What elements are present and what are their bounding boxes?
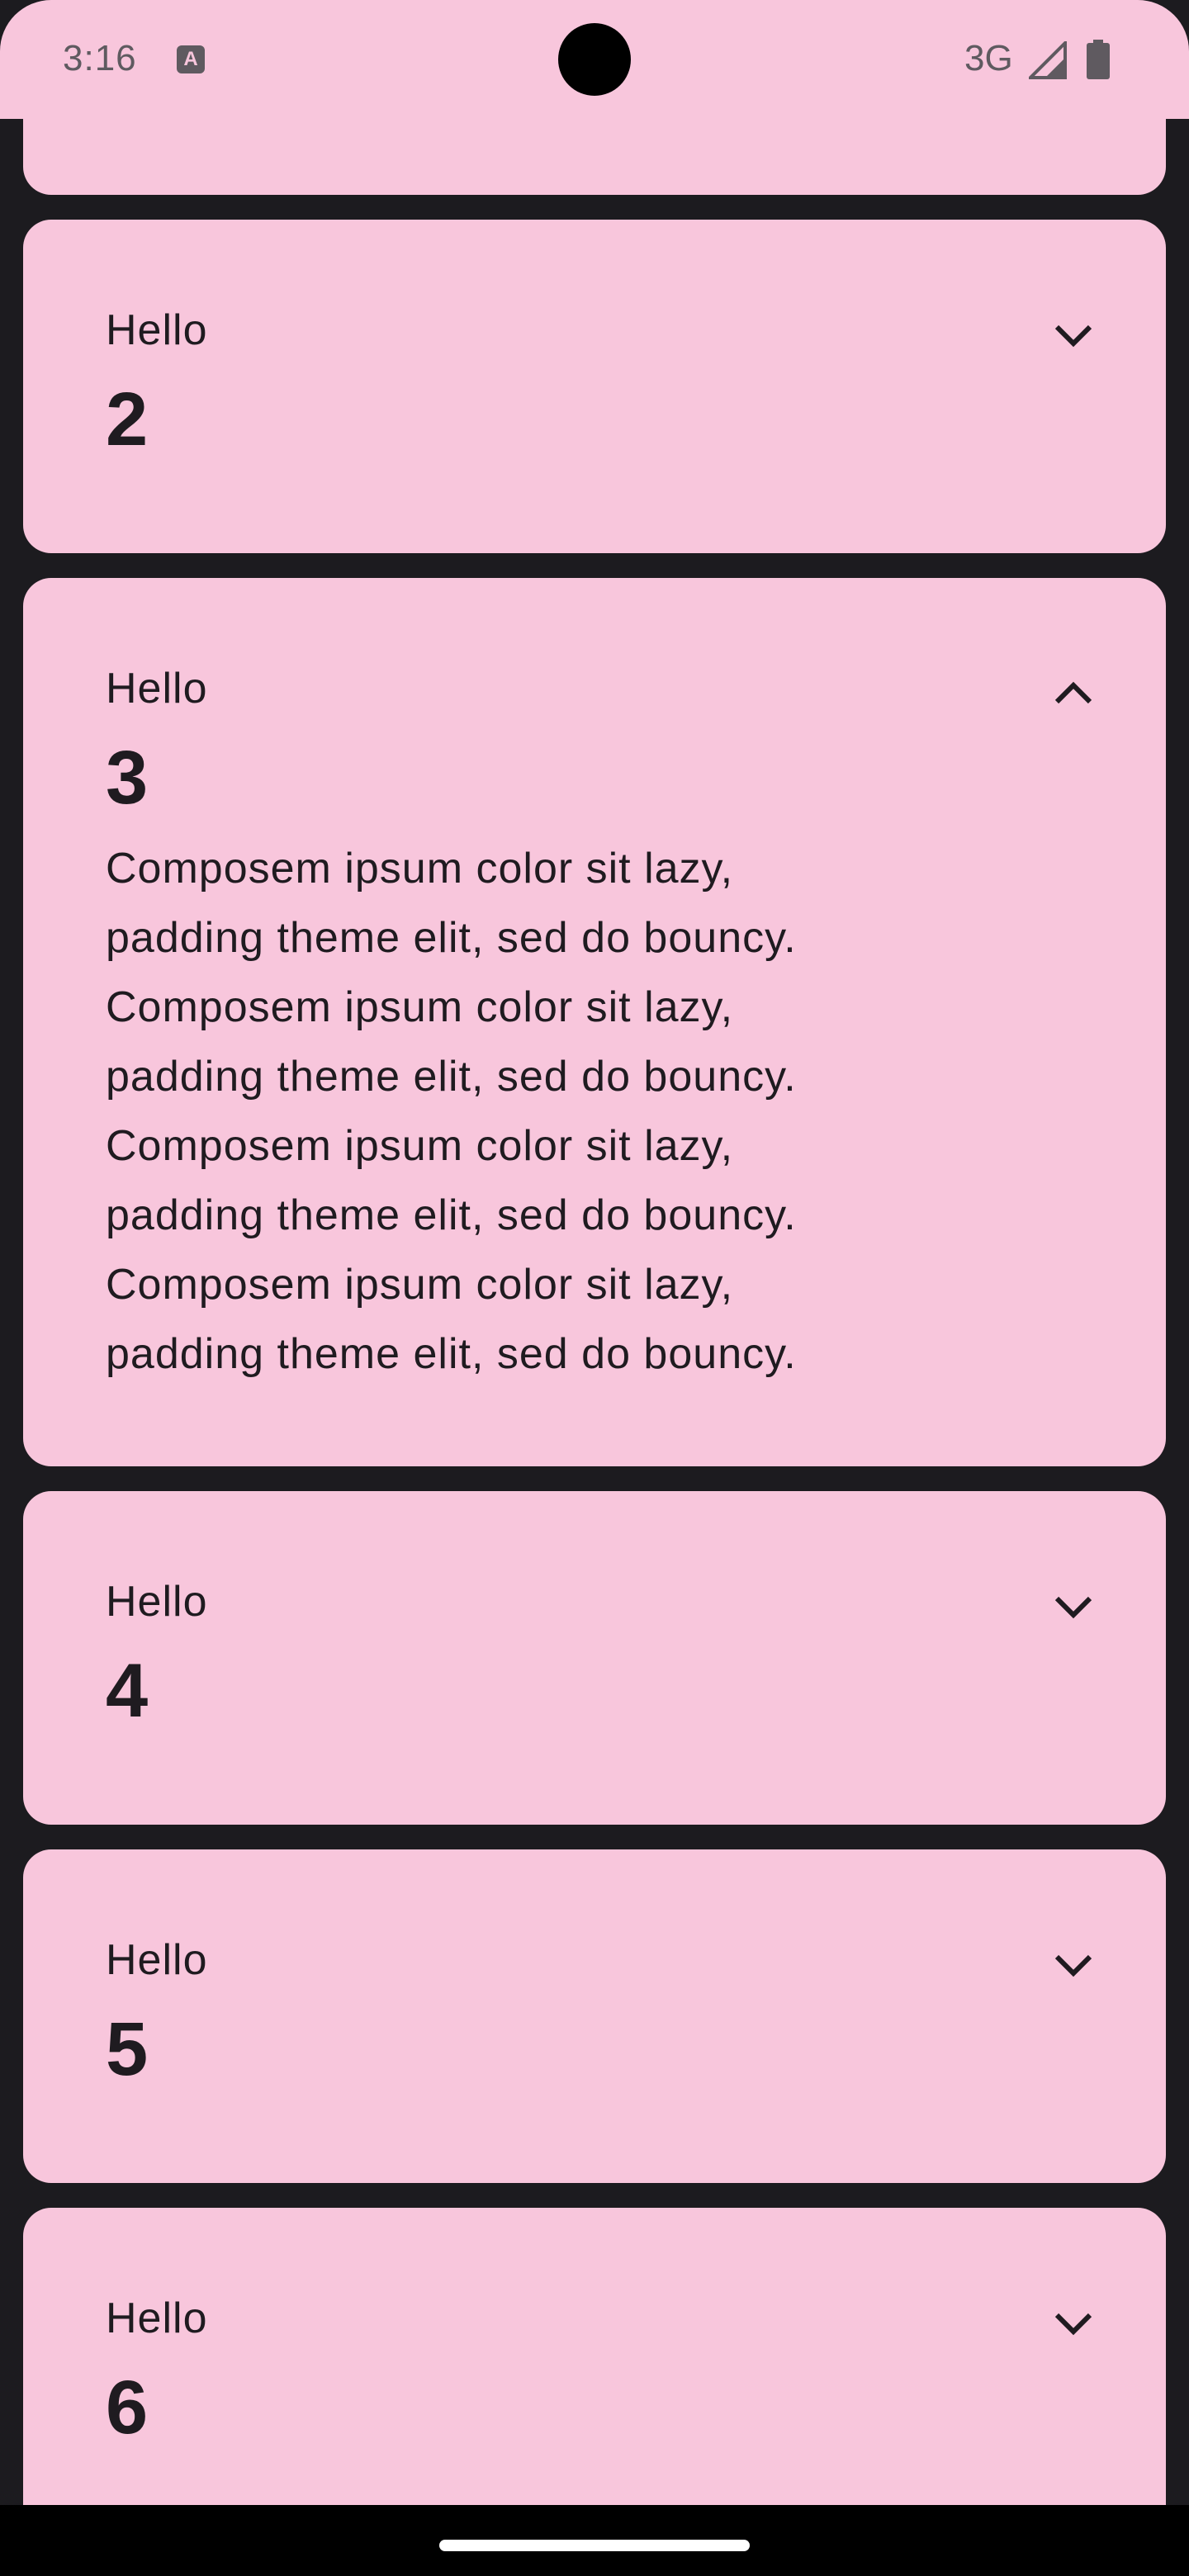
card-number: 6 [106,2365,149,2450]
body-line: padding theme elit, sed do bouncy. [106,1330,797,1378]
expand-button[interactable] [1024,1915,1123,2015]
chevron-down-icon [1054,1954,1092,1977]
screen: 3:16 A 3G Hello 2 Hello 3 Composem ipsum… [0,0,1189,2576]
body-line: padding theme elit, sed do bouncy. [106,914,797,962]
signal-icon [1029,41,1067,79]
body-line: Composem ipsum color sit lazy, [106,1122,734,1170]
expandable-card[interactable]: Hello 2 [23,220,1166,553]
card-number: 2 [106,377,149,462]
expandable-card[interactable]: Hello 6 [23,2208,1166,2505]
body-line: padding theme elit, sed do bouncy. [106,1053,797,1101]
expandable-card[interactable]: Hello 5 [23,1849,1166,2183]
card-label: Hello [106,2294,208,2342]
network-type: 3G [964,38,1013,78]
home-gesture-handle[interactable] [439,2540,750,2551]
expandable-card[interactable]: Hello 4 [23,1491,1166,1825]
collapse-button[interactable] [1024,644,1123,743]
expand-button[interactable] [1024,1557,1123,1656]
card-number: 5 [106,2007,149,2091]
status-time: 3:16 [63,38,137,78]
navigation-bar [0,2505,1189,2576]
chevron-down-icon [1054,1596,1092,1619]
card-partial[interactable] [23,119,1166,195]
battery-icon [1087,40,1110,79]
card-label: Hello [106,1578,208,1626]
body-line: padding theme elit, sed do bouncy. [106,1191,797,1239]
chevron-up-icon [1054,681,1092,704]
camera-cutout [558,23,631,96]
card-number: 3 [106,736,149,820]
expand-button[interactable] [1024,286,1123,385]
status-bar: 3:16 A 3G [0,0,1189,119]
expand-button[interactable] [1024,2274,1123,2373]
body-line: Composem ipsum color sit lazy, [106,983,734,1031]
chevron-down-icon [1054,324,1092,348]
body-line: Composem ipsum color sit lazy, [106,1261,734,1309]
body-line: Composem ipsum color sit lazy, [106,845,734,893]
card-label: Hello [106,665,208,713]
card-label: Hello [106,306,208,354]
chevron-down-icon [1054,2313,1092,2336]
card-label: Hello [106,1936,208,1984]
card-number: 4 [106,1649,149,1733]
expandable-card-expanded[interactable]: Hello 3 Composem ipsum color sit lazy, p… [23,578,1166,1466]
a-notification-icon: A [177,45,205,73]
card-body-text: Composem ipsum color sit lazy, padding t… [106,834,1014,1389]
